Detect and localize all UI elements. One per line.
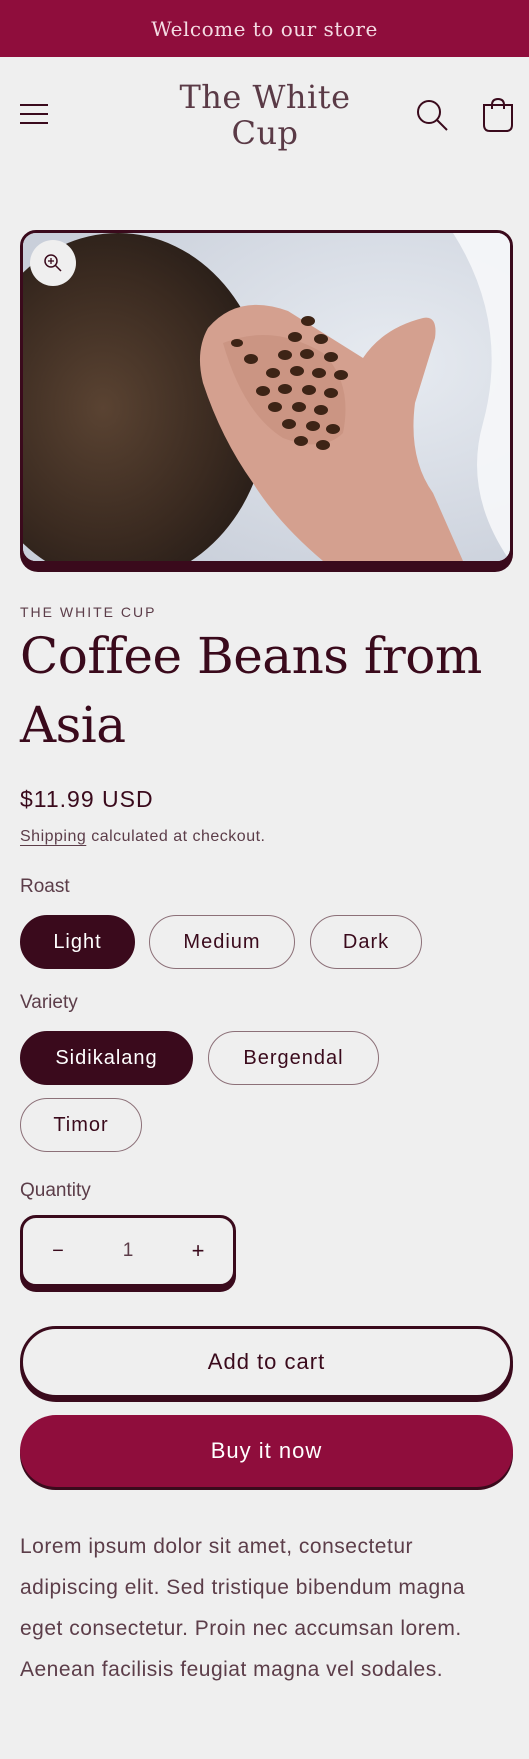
variety-option-timor[interactable]: Timor [20,1098,142,1152]
plus-icon: + [191,1238,205,1263]
hamburger-menu-icon[interactable] [18,97,52,131]
roast-option-dark[interactable]: Dark [310,915,422,969]
variety-label: Variety [20,992,78,1013]
roast-option-medium[interactable]: Medium [149,915,295,969]
variety-option-bergendal[interactable]: Bergendal [208,1031,379,1085]
shipping-link[interactable]: Shipping [20,828,86,845]
roast-option-light[interactable]: Light [20,915,135,969]
minus-icon: − [52,1239,64,1262]
variety-option-sidikalang[interactable]: Sidikalang [20,1031,193,1085]
quantity-increase-button[interactable]: + [163,1218,233,1284]
quantity-label: Quantity [20,1180,91,1201]
buy-now-button[interactable]: Buy it now [20,1415,513,1487]
product-description: Lorem ipsum dolor sit amet, consectetur … [20,1535,466,1681]
site-header: The White Cup [0,57,529,183]
quantity-decrease-button[interactable]: − [23,1218,93,1284]
shipping-text: calculated at checkout. [86,828,266,845]
add-to-cart-button[interactable]: Add to cart [20,1326,513,1398]
product-price: $11.99 USD [20,786,154,812]
quantity-input[interactable]: 1 [93,1240,163,1262]
quantity-stepper: − 1 + [20,1215,236,1287]
zoom-in-icon[interactable] [30,240,76,286]
announcement-text: Welcome to our store [151,16,378,41]
store-logo[interactable]: The White Cup [140,79,390,151]
product-media [20,230,513,572]
product-vendor: THE WHITE CUP [20,604,157,620]
announcement-bar: Welcome to our store [0,0,529,57]
search-icon[interactable] [414,97,450,133]
product-image[interactable] [20,230,513,564]
shipping-note: Shipping calculated at checkout. [20,828,266,846]
product-title: Coffee Beans from Asia [20,627,482,754]
shopping-bag-icon[interactable] [481,97,515,133]
roast-label: Roast [20,876,70,897]
